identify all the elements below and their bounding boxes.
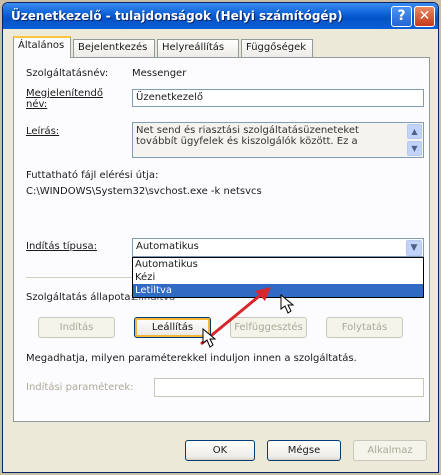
cursor-icon xyxy=(280,293,295,314)
cursor-icon xyxy=(202,327,217,348)
annotation-overlay xyxy=(200,287,295,348)
properties-dialog: Üzenetkezelő - tulajdonságok (Helyi szám… xyxy=(2,2,439,473)
